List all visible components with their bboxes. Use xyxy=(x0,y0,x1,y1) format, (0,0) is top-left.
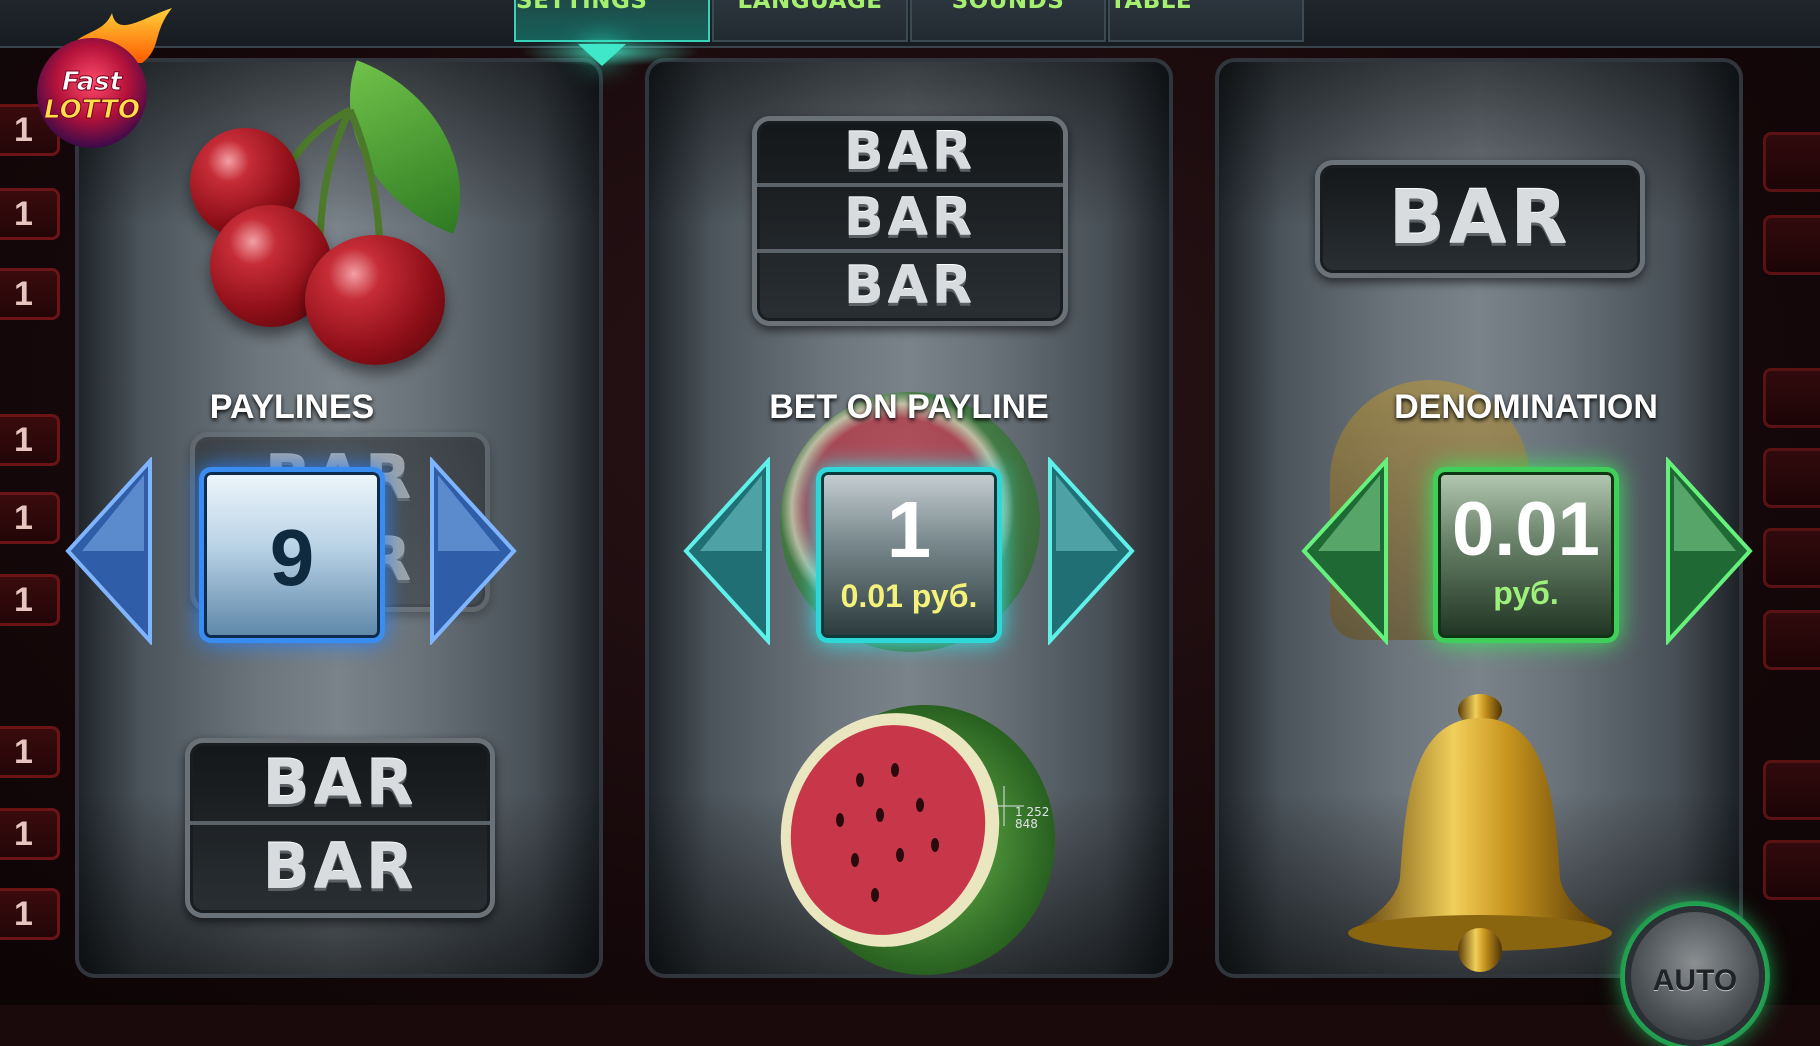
bet-currency-amount: 0.01 руб. xyxy=(840,578,978,614)
denomination-title: DENOMINATION xyxy=(1394,388,1658,426)
line-indicator: 1 xyxy=(0,888,60,940)
bet-on-payline-title: BET ON PAYLINE xyxy=(769,388,1049,426)
svg-text:LOTTO: LOTTO xyxy=(44,95,140,125)
paylines-display: 9 xyxy=(199,467,385,643)
line-indicator: 1 xyxy=(0,808,60,860)
line-indicator: 1 xyxy=(0,492,60,544)
denomination-currency: руб. xyxy=(1493,575,1559,611)
line-indicator: 1 xyxy=(0,726,60,778)
active-tab-pointer-icon xyxy=(578,44,626,66)
paylines-decrease-button[interactable] xyxy=(64,457,154,645)
line-indicator-right xyxy=(1763,610,1820,670)
tab-sounds[interactable]: SOUNDS xyxy=(910,0,1106,42)
line-indicator-right xyxy=(1763,215,1820,275)
slot-machine-screen: 1 1 1 1 1 1 1 1 1 BAR BAR BAR BAR BAR BA… xyxy=(0,0,1820,1046)
single-bar-symbol: BAR xyxy=(1315,160,1645,278)
line-indicator-right xyxy=(1763,132,1820,192)
line-indicator: 1 xyxy=(0,574,60,626)
bet-decrease-button[interactable] xyxy=(682,457,772,645)
svg-text:Fast: Fast xyxy=(62,67,124,97)
line-indicator-right xyxy=(1763,448,1820,508)
bet-display: 1 0.01 руб. xyxy=(816,467,1002,643)
denomination-display: 0.01 руб. xyxy=(1433,467,1619,643)
bell-symbol xyxy=(1348,694,1612,972)
triple-bar-symbol: BAR BAR BAR xyxy=(752,116,1068,326)
line-indicator: 1 xyxy=(0,268,60,320)
denomination-increase-button[interactable] xyxy=(1664,457,1754,645)
line-indicator: 1 xyxy=(0,188,60,240)
line-indicator-right xyxy=(1763,528,1820,588)
tab-game-settings[interactable]: GAME SETTINGS xyxy=(514,0,710,42)
denomination-value: 0.01 xyxy=(1452,487,1600,572)
paylines-increase-button[interactable] xyxy=(428,457,518,645)
watermelon-symbol xyxy=(780,705,1055,975)
denomination-decrease-button[interactable] xyxy=(1300,457,1390,645)
fast-lotto-logo: Fast LOTTO xyxy=(32,8,178,148)
paylines-title: PAYLINES xyxy=(209,388,375,426)
bet-value: 1 xyxy=(886,485,932,574)
tab-payout-table[interactable]: PAYOUT TABLE xyxy=(1108,0,1304,42)
settings-tab-bar: GAME SETTINGS LANGUAGE SOUNDS PAYOUT TAB… xyxy=(0,0,1820,48)
cursor-coordinates: 1 252 848 xyxy=(1015,805,1050,831)
double-bar-symbol: BAR BAR xyxy=(185,738,495,918)
line-indicator: 1 xyxy=(0,414,60,466)
line-indicator-right xyxy=(1763,368,1820,428)
tab-language[interactable]: LANGUAGE xyxy=(712,0,908,42)
auto-spin-button[interactable]: AUTO xyxy=(1625,906,1765,1046)
line-indicator-right xyxy=(1763,760,1820,820)
bet-increase-button[interactable] xyxy=(1046,457,1136,645)
paylines-value: 9 xyxy=(269,513,315,602)
line-indicator-right xyxy=(1763,840,1820,900)
